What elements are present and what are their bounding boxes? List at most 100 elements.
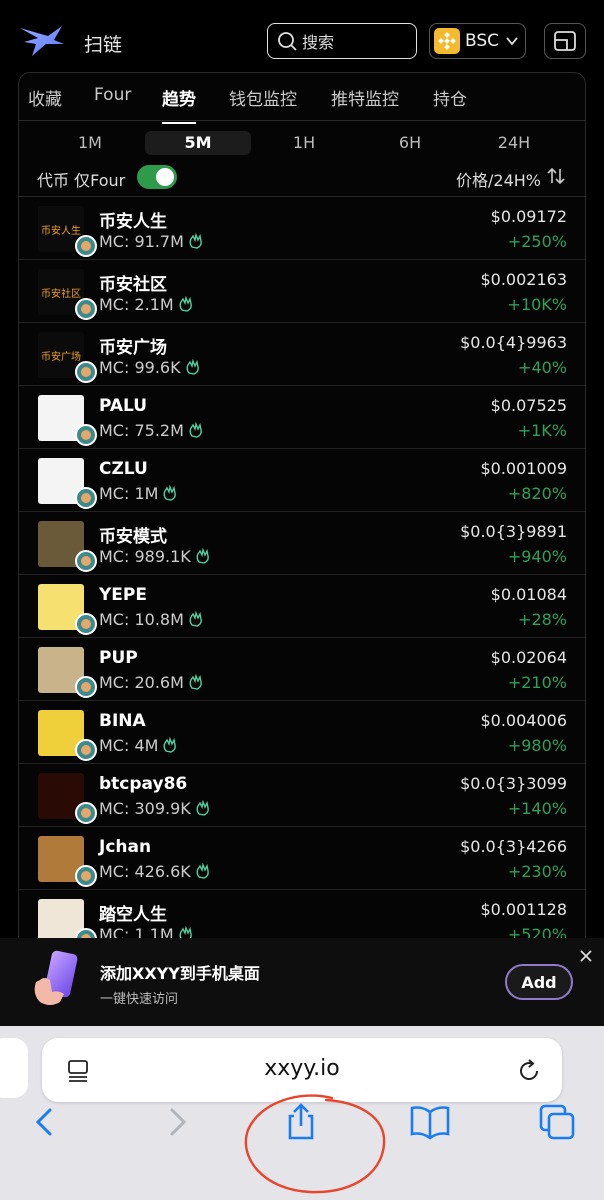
- token-market-cap: MC: 75.2M: [99, 421, 184, 440]
- token-mc-wrap: MC: 75.2M: [99, 421, 204, 440]
- token-row[interactable]: 币安社区 币安社区 MC: 2.1M $0.002163 +10K%: [19, 260, 585, 323]
- token-avatar-text: 币安社区: [41, 288, 81, 300]
- logo-icon[interactable]: [18, 22, 66, 60]
- token-name: 币安社区: [99, 275, 167, 295]
- token-market-cap: MC: 99.6K: [99, 358, 181, 377]
- hand-wave-icon: [189, 611, 202, 627]
- token-row[interactable]: YEPE MC: 10.8M $0.01084 +28%: [19, 575, 585, 638]
- timeframe-1m[interactable]: 1M: [65, 131, 115, 155]
- timeframe-1h[interactable]: 1H: [279, 131, 329, 155]
- token-name: CZLU: [99, 459, 148, 479]
- tab-holdings[interactable]: 持仓: [433, 85, 467, 110]
- token-price: $0.02064: [490, 648, 567, 667]
- app-title: 扫链: [84, 34, 123, 56]
- banner-subtitle: 一键快速访问: [100, 992, 179, 1007]
- token-mc-wrap: MC: 4M: [99, 736, 178, 755]
- hand-drawn-circle-annotation: [244, 1094, 386, 1194]
- token-row[interactable]: Jchan MC: 426.6K $0.0{3}4266 +230%: [19, 827, 585, 890]
- token-name: BINA: [99, 711, 146, 731]
- token-change: +940%: [507, 547, 567, 566]
- wallet-button[interactable]: [544, 23, 586, 59]
- platform-badge-icon: [75, 739, 97, 761]
- reload-icon[interactable]: [516, 1058, 542, 1084]
- forward-icon[interactable]: [158, 1102, 194, 1142]
- token-row[interactable]: 币安人生 币安人生 MC: 91.7M $0.09172 +250%: [19, 197, 585, 260]
- tab-four[interactable]: Four: [94, 85, 131, 105]
- hand-wave-icon: [179, 296, 192, 312]
- token-name: PUP: [99, 648, 138, 668]
- sort-icon[interactable]: [545, 165, 567, 187]
- add-to-home-banner: 添加XXYY到手机桌面 一键快速访问 Add: [0, 938, 604, 1026]
- token-market-cap: MC: 309.9K: [99, 799, 191, 818]
- token-row[interactable]: CZLU MC: 1M $0.001009 +820%: [19, 449, 585, 512]
- token-market-cap: MC: 4M: [99, 736, 159, 755]
- timeframe-6h[interactable]: 6H: [385, 131, 435, 155]
- chain-label: BSC: [465, 31, 500, 51]
- token-price: $0.09172: [490, 207, 567, 226]
- search-placeholder: 搜索: [302, 33, 335, 52]
- tabs-icon[interactable]: [537, 1102, 577, 1142]
- token-price: $0.0{3}9891: [460, 522, 567, 541]
- tab-wallet-monitor[interactable]: 钱包监控: [229, 85, 297, 110]
- token-mc-wrap: MC: 426.6K: [99, 862, 211, 881]
- token-change: +40%: [518, 358, 567, 377]
- token-mc-wrap: MC: 99.6K: [99, 358, 201, 377]
- token-row[interactable]: 币安模式 MC: 989.1K $0.0{3}9891 +940%: [19, 512, 585, 575]
- token-price: $0.001009: [480, 459, 567, 478]
- token-market-cap: MC: 10.8M: [99, 610, 184, 629]
- token-change: +980%: [507, 736, 567, 755]
- hand-wave-icon: [163, 485, 177, 501]
- banner-title: 添加XXYY到手机桌面: [100, 964, 260, 983]
- four-only-toggle[interactable]: [137, 165, 177, 189]
- token-market-cap: MC: 91.7M: [99, 232, 184, 251]
- filter-row: 代币 仅Four 价格/24H%: [19, 165, 585, 197]
- previous-tab-peek[interactable]: [0, 1038, 28, 1098]
- token-change: +250%: [507, 232, 567, 251]
- token-avatar-text: 币安人生: [41, 225, 81, 237]
- token-market-cap: MC: 2.1M: [99, 295, 174, 314]
- chain-selector[interactable]: BSC: [429, 23, 526, 59]
- token-row[interactable]: PALU MC: 75.2M $0.07525 +1K%: [19, 386, 585, 449]
- search-icon: [278, 32, 297, 51]
- bookmarks-icon[interactable]: [408, 1102, 452, 1142]
- chevron-down-icon: [506, 37, 518, 46]
- token-mc-wrap: MC: 1M: [99, 484, 178, 503]
- platform-badge-icon: [75, 235, 97, 257]
- token-mc-wrap: MC: 10.8M: [99, 610, 204, 629]
- platform-badge-icon: [75, 361, 97, 383]
- hand-wave-icon: [189, 422, 202, 438]
- token-change: +210%: [507, 673, 567, 692]
- tab-twitter-monitor[interactable]: 推特监控: [331, 85, 399, 110]
- url-text: xxyy.io: [264, 1056, 340, 1081]
- token-name: 踏空人生: [99, 905, 167, 925]
- back-icon[interactable]: [28, 1102, 64, 1142]
- token-price: $0.0{4}9963: [460, 333, 567, 352]
- token-row[interactable]: PUP MC: 20.6M $0.02064 +210%: [19, 638, 585, 701]
- close-icon[interactable]: [578, 948, 594, 964]
- timeframe-24h[interactable]: 24H: [489, 131, 539, 155]
- token-price: $0.07525: [490, 396, 567, 415]
- wallet-icon: [554, 31, 576, 51]
- token-change: +140%: [507, 799, 567, 818]
- token-price: $0.002163: [480, 270, 567, 289]
- token-mc-wrap: MC: 20.6M: [99, 673, 204, 692]
- hand-wave-icon: [196, 548, 209, 564]
- token-avatar-text: 币安广场: [41, 351, 81, 363]
- token-row[interactable]: btcpay86 MC: 309.9K $0.0{3}3099 +140%: [19, 764, 585, 827]
- platform-badge-icon: [75, 613, 97, 635]
- platform-badge-icon: [75, 802, 97, 824]
- token-market-cap: MC: 1M: [99, 484, 159, 503]
- token-row[interactable]: BINA MC: 4M $0.004006 +980%: [19, 701, 585, 764]
- timeframe-5m[interactable]: 5M: [145, 131, 251, 155]
- token-name: PALU: [99, 396, 148, 416]
- hand-wave-icon: [189, 674, 202, 690]
- tab-favorites[interactable]: 收藏: [28, 85, 62, 110]
- tab-trending[interactable]: 趋势: [162, 85, 196, 124]
- sort-label[interactable]: 价格/24H%: [456, 167, 541, 191]
- main-panel: 收藏 Four 趋势 钱包监控 推特监控 持仓 1M 5M 1H 6H 24H …: [18, 72, 586, 952]
- search-box[interactable]: 搜索: [267, 23, 417, 59]
- app-header: 扫链 搜索 BSC: [0, 0, 604, 78]
- token-market-cap: MC: 20.6M: [99, 673, 184, 692]
- add-button[interactable]: Add: [505, 964, 573, 1000]
- token-row[interactable]: 币安广场 币安广场 MC: 99.6K $0.0{4}9963 +40%: [19, 323, 585, 386]
